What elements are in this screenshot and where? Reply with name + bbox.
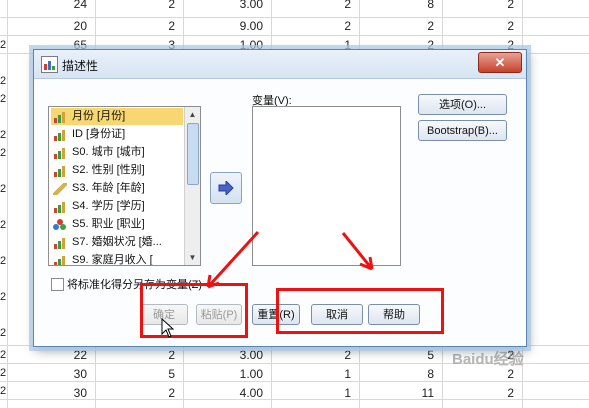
mouse-cursor-icon [161, 318, 175, 338]
annotation-arrows [206, 230, 374, 289]
